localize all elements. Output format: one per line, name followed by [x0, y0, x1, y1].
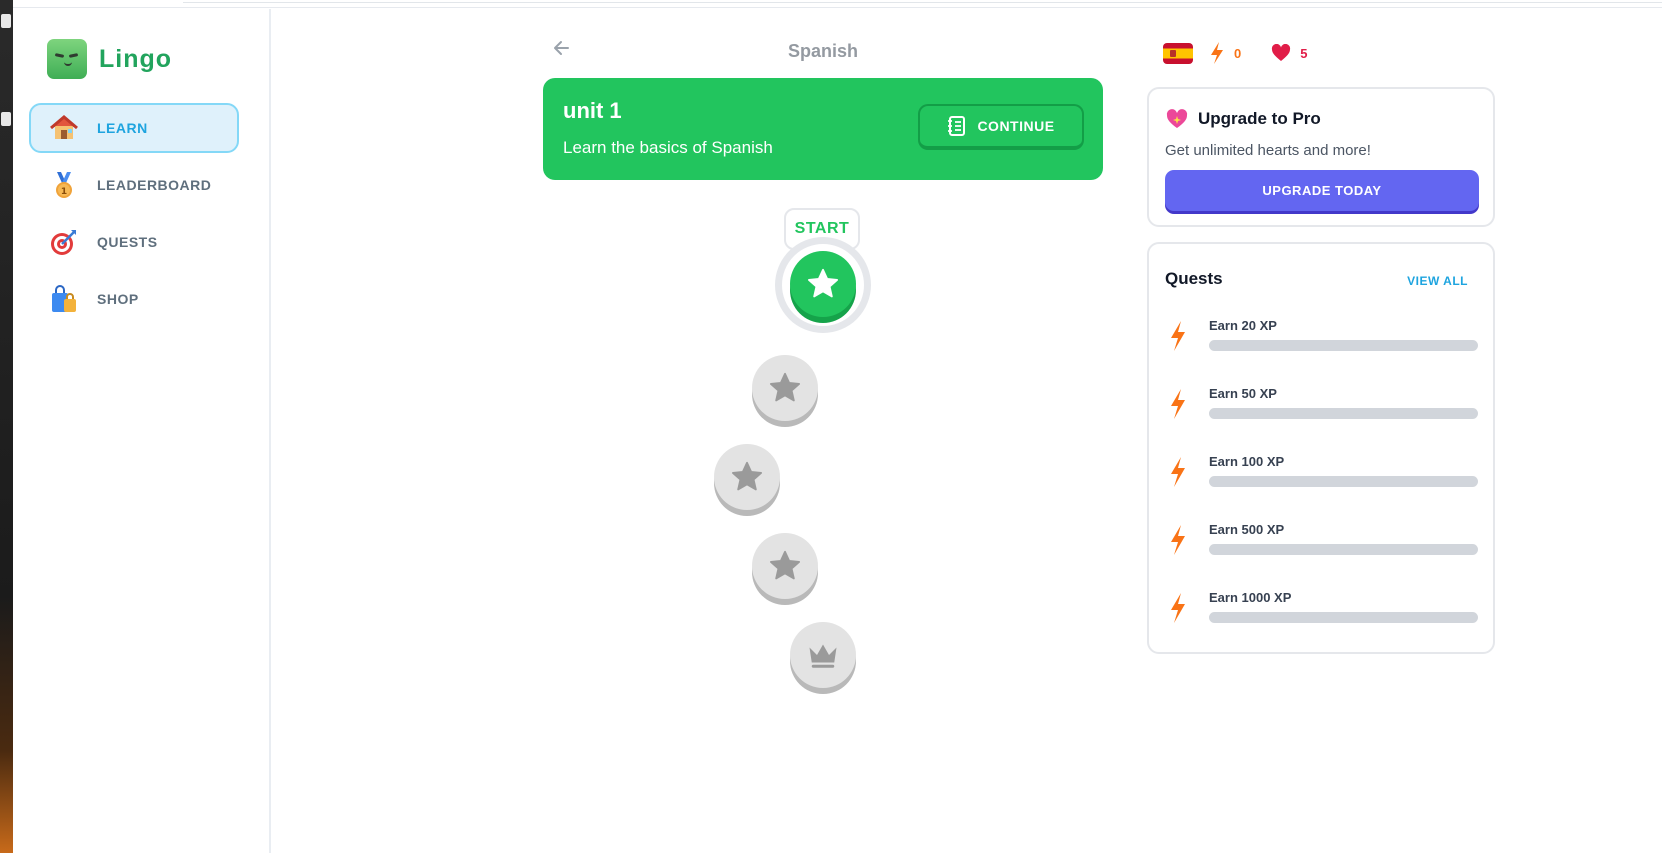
continue-button-label: CONTINUE: [977, 118, 1055, 134]
lightning-icon: [1171, 525, 1185, 555]
unit-banner: unit 1 Learn the basics of Spanish CONTI…: [543, 78, 1103, 180]
lesson-button-current[interactable]: [790, 251, 856, 317]
sidebar-nav: LEARN 1 LEADERBOARD QUESTS SHOP: [29, 103, 239, 331]
svg-text:1: 1: [61, 187, 67, 197]
app-name: Lingo: [99, 44, 173, 73]
quest-item: Earn 100 XP: [1165, 452, 1481, 496]
star-icon: [808, 268, 838, 298]
page-title: Spanish: [787, 41, 858, 61]
view-all-link[interactable]: VIEW ALL: [1407, 274, 1468, 288]
pro-card-title: Upgrade to Pro: [1165, 108, 1321, 130]
desktop-background-strip: [0, 0, 13, 853]
sidebar-item-label: LEARN: [97, 120, 148, 136]
points-value: 0: [1234, 45, 1242, 61]
quests-title: Quests: [1165, 269, 1223, 288]
sidebar-item-learn[interactable]: LEARN: [29, 103, 239, 153]
quest-label: Earn 100 XP: [1209, 454, 1285, 469]
quest-progress-bar: [1209, 408, 1478, 419]
quest-label: Earn 50 XP: [1209, 386, 1277, 401]
hearts-value: 5: [1300, 45, 1308, 61]
unit-description: Learn the basics of Spanish: [563, 138, 773, 157]
quest-item: Earn 50 XP: [1165, 384, 1481, 428]
lesson-button-locked[interactable]: [752, 355, 818, 421]
lesson-button-locked[interactable]: [752, 533, 818, 599]
house-icon: [49, 113, 79, 143]
star-icon: [732, 461, 762, 491]
notebook-icon: [948, 116, 966, 136]
star-icon: [770, 372, 800, 402]
browser-top-edge: [13, 0, 1662, 8]
medal-icon: 1: [49, 170, 79, 200]
quest-label: Earn 1000 XP: [1209, 590, 1292, 605]
upgrade-pro-card: Upgrade to Pro Get unlimited hearts and …: [1147, 87, 1495, 227]
target-icon: [49, 227, 79, 257]
sparkling-heart-icon: [1166, 109, 1188, 128]
lightning-icon: [1171, 321, 1185, 351]
quest-label: Earn 500 XP: [1209, 522, 1285, 537]
star-icon: [770, 550, 800, 580]
quest-item: Earn 1000 XP: [1165, 588, 1481, 632]
lightning-icon: [1171, 389, 1185, 419]
mascot-logo-icon: [47, 39, 87, 79]
pro-subtitle: Get unlimited hearts and more!: [1165, 142, 1371, 159]
desktop-icon: [1, 14, 11, 28]
lesson-button-locked[interactable]: [790, 622, 856, 688]
quest-progress-bar: [1209, 612, 1478, 623]
user-stats-bar: 0 5: [1163, 39, 1307, 67]
sidebar-item-label: SHOP: [97, 291, 139, 307]
hearts-stat[interactable]: 5: [1271, 44, 1307, 62]
quests-card: Quests VIEW ALL Earn 20 XP Earn 50 XP Ea…: [1147, 242, 1495, 654]
desktop-icon: [1, 112, 11, 126]
quest-progress-bar: [1209, 340, 1478, 351]
quest-progress-bar: [1209, 544, 1478, 555]
sidebar-item-label: QUESTS: [97, 234, 158, 250]
lightning-icon: [1171, 593, 1185, 623]
continue-button[interactable]: CONTINUE: [918, 104, 1084, 150]
course-header: Spanish: [543, 33, 1103, 71]
browser-tab-strip: [183, 0, 1662, 3]
spain-flag-icon[interactable]: [1163, 42, 1193, 64]
app-window: Lingo LEARN 1 LEADERBOARD QUESTS SHOP Sp…: [13, 9, 1662, 853]
lightning-icon: [1211, 42, 1223, 64]
lesson-button-locked[interactable]: [714, 444, 780, 510]
lightning-icon: [1171, 457, 1185, 487]
app-logo[interactable]: Lingo: [47, 39, 172, 79]
quest-label: Earn 20 XP: [1209, 318, 1277, 333]
sidebar-item-quests[interactable]: QUESTS: [29, 217, 239, 267]
heart-icon: [1272, 44, 1291, 61]
crown-icon: [809, 644, 837, 668]
unit-title: unit 1: [563, 98, 622, 123]
sidebar-item-leaderboard[interactable]: 1 LEADERBOARD: [29, 160, 239, 210]
quest-item: Earn 20 XP: [1165, 316, 1481, 360]
shopping-bag-icon: [49, 284, 79, 314]
quest-item: Earn 500 XP: [1165, 520, 1481, 564]
sidebar: Lingo LEARN 1 LEADERBOARD QUESTS SHOP: [13, 9, 271, 853]
points-stat[interactable]: 0: [1209, 41, 1241, 65]
pro-title-text: Upgrade to Pro: [1198, 109, 1321, 128]
upgrade-today-button[interactable]: UPGRADE TODAY: [1165, 170, 1479, 211]
quest-progress-bar: [1209, 476, 1478, 487]
sidebar-item-shop[interactable]: SHOP: [29, 274, 239, 324]
sidebar-item-label: LEADERBOARD: [97, 177, 212, 193]
